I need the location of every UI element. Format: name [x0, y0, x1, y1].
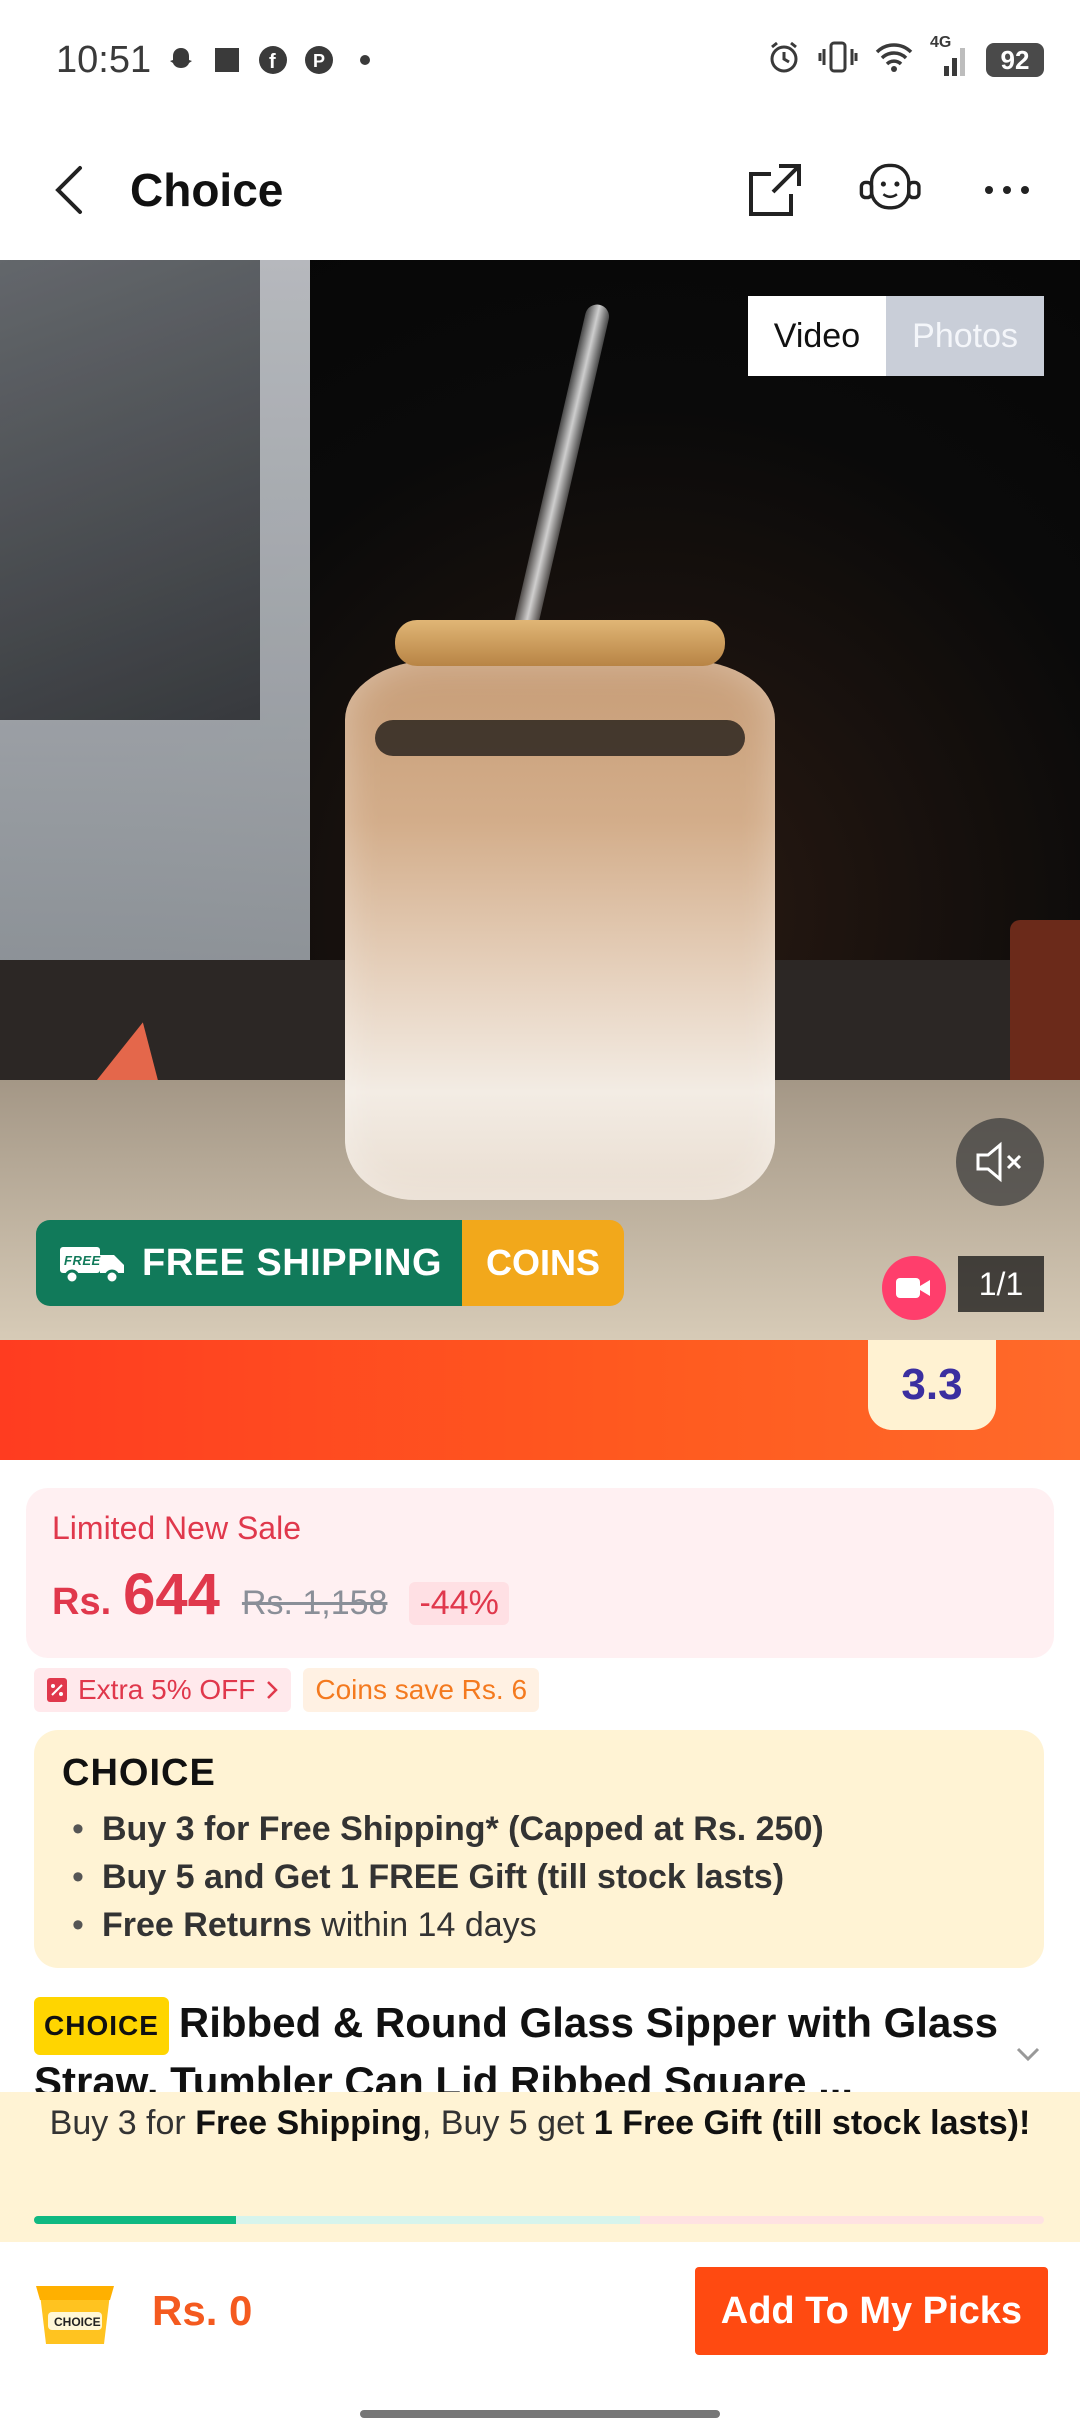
- stop-icon: [211, 44, 243, 76]
- extra-off-chip[interactable]: Extra 5% OFF: [34, 1668, 292, 1712]
- media-toggle: Video Photos: [747, 296, 1044, 376]
- customer-service-icon: [859, 163, 921, 210]
- benefit-item: Free Returns within 14 days: [62, 1901, 1016, 1949]
- mute-button[interactable]: [956, 1118, 1044, 1206]
- status-right: 4G 92: [766, 34, 1044, 82]
- price-card: Limited New Sale Rs. 644 Rs. 1,158 -44%: [26, 1488, 1054, 1658]
- progress-segment: [236, 2216, 640, 2224]
- progress-fill: [34, 2216, 236, 2224]
- choice-box-icon: CHOICE: [36, 2286, 114, 2344]
- current-price: 644: [123, 1562, 220, 1627]
- benefit-bold: Buy 5 and Get 1 FREE Gift (till stock la…: [102, 1858, 785, 1896]
- benefit-item: Buy 3 for Free Shipping* (Capped at Rs. …: [62, 1805, 1016, 1853]
- glass-jar: [345, 660, 775, 1200]
- video-indicator[interactable]: [882, 1256, 946, 1320]
- free-shipping-text: FREE SHIPPING: [142, 1241, 442, 1284]
- background-frame: [0, 260, 310, 980]
- price-row: Rs. 644 Rs. 1,158 -44%: [52, 1561, 1028, 1628]
- promo-chips: Extra 5% OFF Coins save Rs. 6: [34, 1668, 540, 1712]
- share-icon: [749, 164, 801, 216]
- promo-tag: 3.3: [868, 1340, 996, 1430]
- tab-photos[interactable]: Photos: [886, 296, 1044, 376]
- coins-save-chip[interactable]: Coins save Rs. 6: [303, 1668, 540, 1712]
- promo-banner[interactable]: 3.3: [0, 1340, 1080, 1460]
- discount-badge: -44%: [409, 1582, 509, 1625]
- picks-progress-bar: [34, 2216, 1044, 2224]
- product-title-text: Ribbed & Round Glass Sipper with Glass S…: [34, 1999, 999, 2105]
- badge-free-text: FREE: [64, 1253, 101, 1268]
- coins-label: COINS: [462, 1220, 625, 1306]
- svg-text:P: P: [313, 51, 325, 71]
- video-camera-icon: [896, 1278, 930, 1298]
- support-button[interactable]: [858, 157, 924, 223]
- share-button[interactable]: [742, 157, 808, 223]
- bamboo-lid: [395, 620, 725, 666]
- app-bar: Choice: [0, 120, 1080, 260]
- benefit-rest: within 14 days: [311, 1906, 537, 1944]
- benefit-bold: Free Returns: [102, 1906, 312, 1944]
- alarm-icon: [766, 39, 802, 82]
- status-left: 10:51 f P: [56, 39, 381, 82]
- chevron-left-icon: [55, 166, 82, 214]
- chevron-right-icon: [267, 1681, 279, 1699]
- more-button[interactable]: [974, 157, 1040, 223]
- home-indicator[interactable]: [360, 2410, 720, 2418]
- strip-bold-2: 1 Free Gift (till stock lasts)!: [593, 2104, 1031, 2142]
- bottom-bar: CHOICE Rs. 0 Add To My Picks: [0, 2246, 1080, 2376]
- status-time: 10:51: [56, 38, 152, 81]
- network-label: 4G: [930, 34, 952, 51]
- strip-text-2: , Buy 5 get: [421, 2104, 594, 2142]
- media-counter: 1/1: [958, 1256, 1044, 1312]
- choice-logo: CHOICE: [62, 1752, 216, 1794]
- status-bar: 10:51 f P 4G 92: [0, 0, 1080, 120]
- dot-icon: [349, 44, 381, 76]
- app-bar-actions: [742, 157, 1040, 223]
- picks-total: Rs. 0: [152, 2287, 253, 2334]
- choice-cart-button[interactable]: CHOICE: [32, 2268, 118, 2354]
- strip-bold-1: Free Shipping: [195, 2104, 422, 2142]
- facebook-icon: f: [257, 44, 289, 76]
- mute-icon: [976, 1141, 1022, 1183]
- free-shipping-label: FREE FREE SHIPPING: [36, 1220, 462, 1306]
- back-button[interactable]: [40, 160, 100, 220]
- pinterest-icon: P: [303, 44, 335, 76]
- svg-text:f: f: [269, 51, 276, 73]
- strip-text-1: Buy 3 for: [49, 2104, 196, 2142]
- coupon-icon: [47, 1678, 67, 1702]
- wifi-icon: [874, 40, 914, 81]
- benefit-bold: Buy 3 for Free Shipping* (Capped at Rs. …: [102, 1810, 824, 1848]
- choice-benefits-card: CHOICE Buy 3 for Free Shipping* (Capped …: [34, 1730, 1044, 1968]
- price-currency: Rs.: [52, 1581, 112, 1623]
- chevron-down-icon[interactable]: [1010, 2036, 1046, 2072]
- product-media[interactable]: [0, 260, 1080, 1340]
- more-dots-icon: [985, 186, 1029, 194]
- add-to-picks-button[interactable]: Add To My Picks: [694, 2267, 1048, 2355]
- truck-icon: FREE: [60, 1247, 124, 1285]
- page-title: Choice: [130, 164, 284, 216]
- snapchat-icon: [165, 44, 197, 76]
- vibrate-icon: [818, 39, 858, 82]
- tab-video[interactable]: Video: [747, 296, 887, 376]
- benefit-item: Buy 5 and Get 1 FREE Gift (till stock la…: [62, 1853, 1016, 1901]
- free-shipping-badge: FREE FREE SHIPPING COINS: [36, 1220, 625, 1306]
- battery-indicator: 92: [986, 43, 1044, 77]
- choice-benefits-list: Buy 3 for Free Shipping* (Capped at Rs. …: [62, 1805, 1016, 1949]
- cart-choice-text: CHOICE: [54, 2315, 101, 2329]
- extra-off-text: Extra 5% OFF: [78, 1674, 256, 1705]
- choice-badge: CHOICE: [34, 1996, 169, 2055]
- original-price: Rs. 1,158: [241, 1584, 388, 1622]
- sale-label: Limited New Sale: [52, 1510, 301, 1546]
- signal-icon: 4G: [930, 34, 970, 78]
